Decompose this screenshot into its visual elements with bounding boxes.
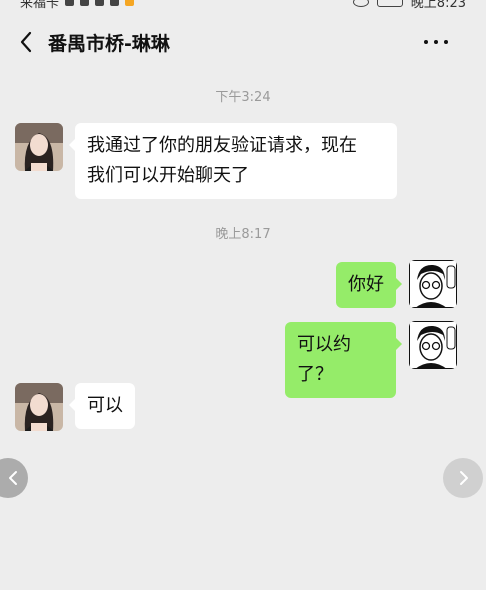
chat-title: 番禺市桥-琳琳 xyxy=(48,33,170,55)
self-avatar[interactable] xyxy=(409,260,457,308)
message-text-line: 我们可以开始聊天了 xyxy=(87,165,249,186)
wifi-icon xyxy=(65,0,75,6)
status-right: 晚上8:23 xyxy=(352,0,466,11)
battery-icon xyxy=(376,0,403,7)
eye-icon xyxy=(352,0,369,7)
message-bubble-outgoing[interactable]: 可以约了？ xyxy=(285,322,402,398)
message-text-line: 我通过了你的朋友验证请求，现在 xyxy=(87,135,357,156)
app-badge-icon xyxy=(125,0,135,6)
more-options-button[interactable] xyxy=(424,38,448,46)
alarm-icon xyxy=(80,0,90,6)
message-bubble-outgoing[interactable]: 你好 xyxy=(336,262,402,308)
self-avatar[interactable] xyxy=(409,321,457,369)
timestamp: 晚上8:17 xyxy=(215,227,271,242)
message-bubble-incoming[interactable]: 我通过了你的朋友验证请求，现在 我们可以开始聊天了 xyxy=(69,123,397,199)
contact-avatar[interactable] xyxy=(15,383,63,431)
chevron-right-icon xyxy=(460,471,468,485)
back-button[interactable] xyxy=(14,29,38,55)
notification-icon xyxy=(110,0,120,6)
contact-avatar[interactable] xyxy=(15,123,63,171)
status-bar: 来福卡 晚上8:23 xyxy=(0,0,486,11)
avatar-image xyxy=(15,123,63,171)
message-bubble-incoming[interactable]: 可以 xyxy=(69,383,135,429)
location-icon xyxy=(95,0,105,6)
message-text: 可以约了？ xyxy=(297,334,351,385)
chevron-left-icon xyxy=(20,31,32,53)
message-text: 你好 xyxy=(348,274,384,295)
status-left: 来福卡 xyxy=(20,0,135,11)
previous-page-button[interactable] xyxy=(0,458,28,498)
chevron-left-icon xyxy=(9,471,17,485)
carrier-label: 来福卡 xyxy=(20,0,60,11)
more-dots-icon xyxy=(424,40,428,44)
next-page-button[interactable] xyxy=(443,458,483,498)
timestamp: 下午3:24 xyxy=(215,90,271,105)
avatar-image xyxy=(409,321,457,369)
message-text: 可以 xyxy=(87,395,123,416)
avatar-image xyxy=(409,260,457,308)
chat-header: 番禺市桥-琳琳 xyxy=(0,16,486,68)
avatar-image xyxy=(15,383,63,431)
status-time: 晚上8:23 xyxy=(410,0,466,11)
